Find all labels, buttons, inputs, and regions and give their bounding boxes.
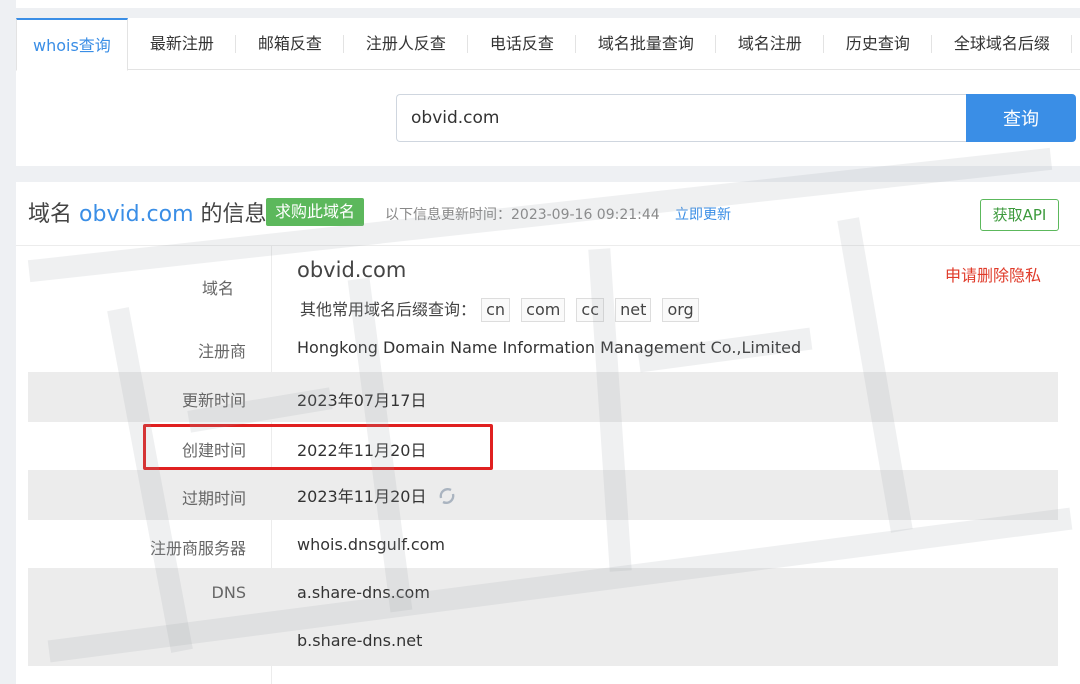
row-label: 注册商服务器 <box>149 539 246 558</box>
row-value: a.share-dns.com <box>297 583 430 602</box>
expire-date: 2023年11月20日 <box>297 487 427 506</box>
suffix-cn[interactable]: cn <box>481 298 511 322</box>
table-row-created: 创建时间 2022年11月20日 <box>28 422 1058 470</box>
row-label: DNS <box>211 583 246 602</box>
table-row-registrar: 注册商 Hongkong Domain Name Information Man… <box>28 324 1058 372</box>
tab-latest-registered[interactable]: 最新注册 <box>128 18 236 70</box>
suffix-prompt: 其他常用域名后缀查询： <box>300 300 477 319</box>
row-label: 注册商 <box>197 342 246 361</box>
row-value: 2023年07月17日 <box>297 391 427 410</box>
row-value: 2022年11月20日 <box>297 441 427 460</box>
info-header: 域名 obvid.com 的信息 求购此域名 以下信息更新时间：2023-09-… <box>16 182 1080 246</box>
tab-phone-reverse[interactable]: 电话反查 <box>468 18 576 70</box>
tab-registrant-reverse[interactable]: 注册人反查 <box>344 18 468 70</box>
row-label: 创建时间 <box>181 441 246 460</box>
refresh-icon[interactable] <box>436 485 458 511</box>
tab-bar: whois查询 最新注册 邮箱反查 注册人反查 电话反查 域名批量查询 域名注册… <box>16 18 1080 71</box>
suffix-query-line: 其他常用域名后缀查询： cn com cc net org <box>300 296 705 322</box>
row-value: b.share-dns.net <box>297 631 423 650</box>
suffix-com[interactable]: com <box>521 298 566 322</box>
domain-info-panel: 域名 obvid.com 的信息 求购此域名 以下信息更新时间：2023-09-… <box>16 182 1080 684</box>
row-label: 更新时间 <box>181 391 246 410</box>
tab-email-reverse[interactable]: 邮箱反查 <box>236 18 344 70</box>
title-domain: obvid.com <box>79 202 194 227</box>
tab-bulk-query[interactable]: 域名批量查询 <box>576 18 716 70</box>
get-api-button[interactable]: 获取API <box>980 199 1059 231</box>
tab-global-suffix[interactable]: 全球域名后缀 <box>932 18 1072 70</box>
page-title: 域名 obvid.com 的信息 <box>28 196 267 228</box>
tab-domain-register[interactable]: 域名注册 <box>716 18 824 70</box>
update-now-link[interactable]: 立即更新 <box>675 204 731 224</box>
title-prefix: 域名 <box>28 202 73 227</box>
top-strip <box>16 0 1080 8</box>
table-row-whois-server: 注册商服务器 whois.dnsgulf.com <box>28 520 1058 568</box>
search-button[interactable]: 查询 <box>966 94 1076 142</box>
tab-whois[interactable]: whois查询 <box>16 18 128 71</box>
row-label: 域名 <box>201 279 234 298</box>
row-value: Hongkong Domain Name Information Managem… <box>297 338 802 357</box>
row-domain: 域名 <box>16 267 1046 298</box>
row-label: 过期时间 <box>181 489 246 508</box>
table-row-updated: 更新时间 2023年07月17日 <box>28 372 1058 422</box>
table-row-dns: DNS a.share-dns.com b.share-dns.net <box>28 568 1058 666</box>
row-value: 2023年11月20日 <box>297 483 458 511</box>
domain-value: obvid.com <box>297 258 407 282</box>
domain-search-input[interactable] <box>396 94 966 142</box>
buy-domain-button[interactable]: 求购此域名 <box>266 198 365 226</box>
suffix-org[interactable]: org <box>662 298 699 322</box>
search-panel: whois查询 最新注册 邮箱反查 注册人反查 电话反查 域名批量查询 域名注册… <box>16 18 1080 166</box>
title-suffix: 的信息 <box>200 202 267 227</box>
table-row-expires: 过期时间 2023年11月20日 <box>28 470 1058 520</box>
row-value: whois.dnsgulf.com <box>297 535 445 554</box>
suffix-cc[interactable]: cc <box>576 298 604 322</box>
suffix-net[interactable]: net <box>615 298 652 322</box>
update-time-text: 以下信息更新时间：2023-09-16 09:21:44 <box>385 207 660 223</box>
delete-privacy-link[interactable]: 申请删除隐私 <box>945 262 1041 286</box>
tab-history[interactable]: 历史查询 <box>824 18 932 70</box>
